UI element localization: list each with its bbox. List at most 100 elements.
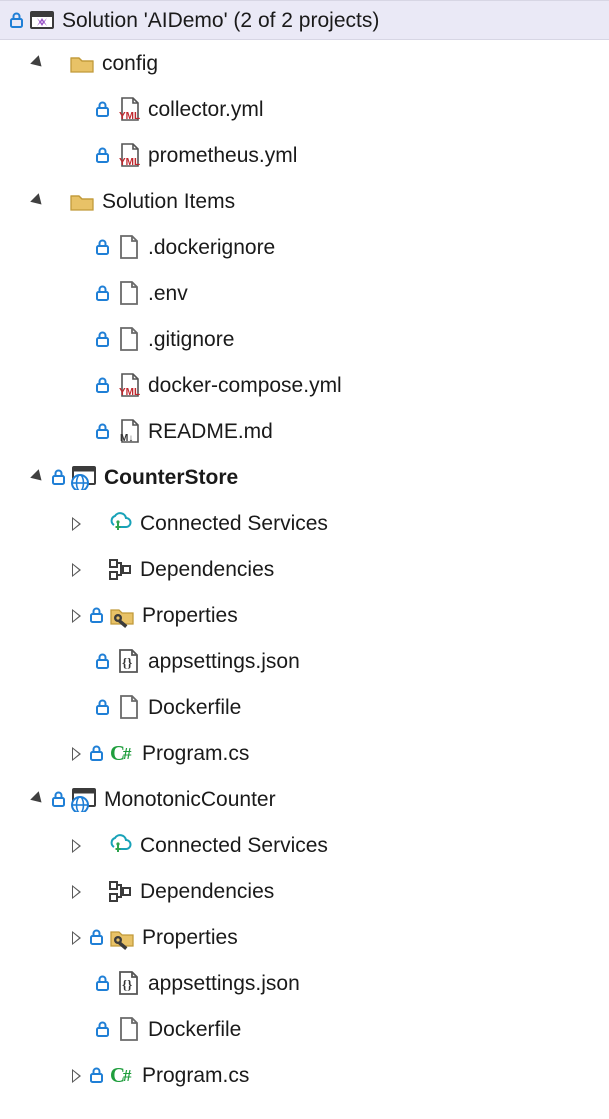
file-label: README.md bbox=[148, 418, 273, 444]
expander-icon[interactable] bbox=[66, 562, 86, 576]
folder-solution-items[interactable]: Solution Items bbox=[0, 178, 609, 224]
file-collector-yml[interactable]: collector.yml bbox=[0, 86, 609, 132]
file-program-cs[interactable]: Program.cs bbox=[0, 1052, 609, 1098]
folder-icon bbox=[68, 50, 96, 76]
file-prometheus-yml[interactable]: prometheus.yml bbox=[0, 132, 609, 178]
project-label: MonotonicCounter bbox=[104, 786, 276, 812]
file-gitignore[interactable]: .gitignore bbox=[0, 316, 609, 362]
file-icon bbox=[114, 694, 142, 720]
lock-icon bbox=[8, 11, 24, 29]
file-label: Program.cs bbox=[142, 740, 249, 766]
expander-icon[interactable] bbox=[66, 1068, 86, 1082]
lock-icon bbox=[94, 974, 110, 992]
node-label: Dependencies bbox=[140, 878, 274, 904]
expander-icon[interactable] bbox=[28, 195, 48, 207]
node-properties[interactable]: Properties bbox=[0, 914, 609, 960]
file-label: Dockerfile bbox=[148, 1016, 241, 1042]
lock-icon bbox=[94, 100, 110, 118]
lock-icon bbox=[88, 928, 104, 946]
yml-icon bbox=[114, 96, 142, 122]
properties-icon bbox=[108, 602, 136, 628]
csharp-icon bbox=[108, 1062, 136, 1088]
file-icon bbox=[114, 280, 142, 306]
file-icon bbox=[114, 1016, 142, 1042]
file-appsettings[interactable]: appsettings.json bbox=[0, 638, 609, 684]
lock-icon bbox=[94, 376, 110, 394]
project-counterstore[interactable]: CounterStore bbox=[0, 454, 609, 500]
expander-icon[interactable] bbox=[66, 608, 86, 622]
lock-icon bbox=[88, 606, 104, 624]
lock-icon bbox=[94, 652, 110, 670]
cloud-plug-icon bbox=[106, 832, 134, 858]
file-label: collector.yml bbox=[148, 96, 264, 122]
node-properties[interactable]: Properties bbox=[0, 592, 609, 638]
file-program-cs[interactable]: Program.cs bbox=[0, 730, 609, 776]
csharp-icon bbox=[108, 740, 136, 766]
file-label: .env bbox=[148, 280, 188, 306]
folder-icon bbox=[68, 188, 96, 214]
file-label: appsettings.json bbox=[148, 970, 300, 996]
properties-icon bbox=[108, 924, 136, 950]
file-dockerignore[interactable]: .dockerignore bbox=[0, 224, 609, 270]
folder-label: Solution Items bbox=[102, 188, 235, 214]
file-label: Dockerfile bbox=[148, 694, 241, 720]
expander-icon[interactable] bbox=[28, 793, 48, 805]
lock-icon bbox=[94, 146, 110, 164]
file-dockerfile[interactable]: Dockerfile bbox=[0, 684, 609, 730]
folder-config[interactable]: config bbox=[0, 40, 609, 86]
expander-icon[interactable] bbox=[66, 930, 86, 944]
dependencies-icon bbox=[106, 878, 134, 904]
node-label: Connected Services bbox=[140, 510, 328, 536]
dependencies-icon bbox=[106, 556, 134, 582]
solution-icon bbox=[28, 7, 56, 33]
file-label: Program.cs bbox=[142, 1062, 249, 1088]
yml-icon bbox=[114, 142, 142, 168]
yml-icon bbox=[114, 372, 142, 398]
node-connected-services[interactable]: Connected Services bbox=[0, 822, 609, 868]
node-dependencies[interactable]: Dependencies bbox=[0, 868, 609, 914]
file-icon bbox=[114, 326, 142, 352]
expander-icon[interactable] bbox=[66, 884, 86, 898]
file-readme[interactable]: README.md bbox=[0, 408, 609, 454]
folder-label: config bbox=[102, 50, 158, 76]
cloud-plug-icon bbox=[106, 510, 134, 536]
file-env[interactable]: .env bbox=[0, 270, 609, 316]
web-project-icon bbox=[70, 464, 98, 490]
file-label: .dockerignore bbox=[148, 234, 275, 260]
expander-icon[interactable] bbox=[28, 471, 48, 483]
solution-label: Solution 'AIDemo' (2 of 2 projects) bbox=[62, 7, 379, 33]
json-icon bbox=[114, 970, 142, 996]
node-label: Connected Services bbox=[140, 832, 328, 858]
file-label: appsettings.json bbox=[148, 648, 300, 674]
file-docker-compose[interactable]: docker-compose.yml bbox=[0, 362, 609, 408]
file-label: docker-compose.yml bbox=[148, 372, 342, 398]
lock-icon bbox=[94, 284, 110, 302]
expander-icon[interactable] bbox=[28, 57, 48, 69]
node-dependencies[interactable]: Dependencies bbox=[0, 546, 609, 592]
expander-icon[interactable] bbox=[66, 516, 86, 530]
lock-icon bbox=[94, 238, 110, 256]
lock-icon bbox=[50, 468, 66, 486]
file-label: .gitignore bbox=[148, 326, 234, 352]
json-icon bbox=[114, 648, 142, 674]
file-dockerfile[interactable]: Dockerfile bbox=[0, 1006, 609, 1052]
node-label: Properties bbox=[142, 602, 238, 628]
file-label: prometheus.yml bbox=[148, 142, 297, 168]
file-appsettings[interactable]: appsettings.json bbox=[0, 960, 609, 1006]
node-connected-services[interactable]: Connected Services bbox=[0, 500, 609, 546]
web-project-icon bbox=[70, 786, 98, 812]
file-icon bbox=[114, 234, 142, 260]
lock-icon bbox=[50, 790, 66, 808]
solution-node[interactable]: Solution 'AIDemo' (2 of 2 projects) bbox=[0, 0, 609, 40]
expander-icon[interactable] bbox=[66, 838, 86, 852]
lock-icon bbox=[94, 330, 110, 348]
project-monotoniccounter[interactable]: MonotonicCounter bbox=[0, 776, 609, 822]
expander-icon[interactable] bbox=[66, 746, 86, 760]
node-label: Properties bbox=[142, 924, 238, 950]
lock-icon bbox=[94, 1020, 110, 1038]
lock-icon bbox=[94, 698, 110, 716]
project-label: CounterStore bbox=[104, 464, 238, 490]
lock-icon bbox=[88, 744, 104, 762]
lock-icon bbox=[94, 422, 110, 440]
markdown-icon bbox=[114, 418, 142, 444]
